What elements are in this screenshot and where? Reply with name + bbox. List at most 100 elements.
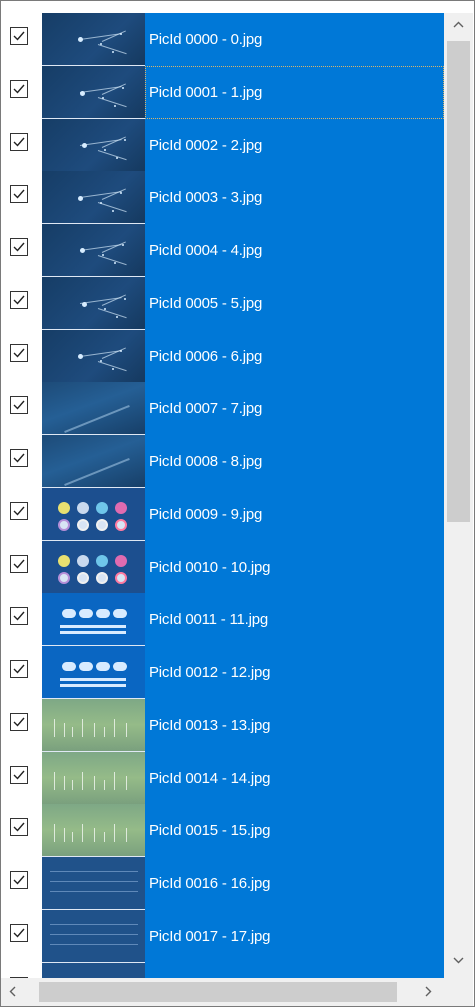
focus-rectangle [145,65,444,119]
item-checkbox[interactable] [10,185,28,204]
checkmark-icon [13,664,25,674]
item-checkbox[interactable] [10,343,28,362]
thumbnail-image [42,487,145,541]
item-checkbox[interactable] [10,660,28,678]
item-checkbox[interactable] [10,554,28,573]
list-item[interactable]: PicId 0003 - 3.jpg [1,171,444,225]
thumbnail-image [42,698,145,752]
item-label: PicId 0003 - 3.jpg [149,189,263,207]
thumbnail-image [42,118,145,172]
item-label: PicId 0006 - 6.jpg [149,347,263,365]
item-checkbox[interactable] [10,765,28,784]
item-label: PicId 0017 - 17.jpg [149,927,271,945]
list-item[interactable]: PicId 0012 - 12.jpg [1,646,444,699]
list-item[interactable]: PicId 0013 - 13.jpg [1,698,444,752]
item-checkbox[interactable] [10,79,28,98]
chevron-down-icon[interactable] [453,957,464,964]
item-label: PicId 0007 - 7.jpg [149,400,263,418]
image-list[interactable]: PicId 0000 - 0.jpg PicId 0001 - 1.jpg PicI… [1,13,444,978]
list-item[interactable]: PicId 0016 - 16.jpg [1,857,444,910]
item-label: PicId 0016 - 16.jpg [149,875,271,892]
item-checkbox[interactable] [10,607,28,626]
image-list-view[interactable]: PicId 0000 - 0.jpg PicId 0001 - 1.jpg PicI… [0,0,475,1007]
list-item[interactable]: PicId 0000 - 0.jpg [1,13,444,66]
item-checkbox[interactable] [10,871,28,889]
list-item[interactable]: PicId 0002 - 2.jpg [1,118,444,172]
list-item[interactable]: PicId 0004 - 4.jpg [1,224,444,277]
item-checkbox[interactable] [10,449,28,467]
list-top-padding [1,1,474,13]
thumbnail-image [42,435,145,488]
list-item[interactable]: PicId 0014 - 14.jpg [1,751,444,805]
vertical-scroll-thumb[interactable] [447,41,470,522]
item-checkbox[interactable] [10,290,28,309]
list-item[interactable]: PicId 0007 - 7.jpg [1,382,444,436]
thumbnail-image [42,65,145,119]
horizontal-scroll-thumb[interactable] [39,982,397,1002]
list-item[interactable]: PicId 0001 - 1.jpg [1,65,444,119]
item-checkbox[interactable] [10,501,28,520]
thumbnail-image [42,276,145,330]
item-label: PicId 0010 - 10.jpg [149,558,271,576]
checkmark-icon [13,242,25,252]
list-item[interactable]: PicId 0006 - 6.jpg [1,329,444,383]
thumbnail-image [42,909,145,963]
thumbnail-image [42,540,145,594]
checkmark-icon [13,84,25,94]
chevron-right-icon[interactable] [425,986,432,997]
checkmark-icon [13,31,25,41]
horizontal-scrollbar[interactable] [1,978,444,1006]
checkmark-icon [13,137,25,147]
list-item-partial[interactable] [1,962,444,978]
checkmark-icon [13,822,25,832]
item-checkbox[interactable] [10,132,28,151]
thumbnail-image [42,646,145,699]
checkmark-icon [13,875,25,885]
item-label: PicId 0013 - 13.jpg [149,716,271,734]
item-label: PicId 0012 - 12.jpg [149,664,271,681]
list-item[interactable]: PicId 0017 - 17.jpg [1,909,444,963]
item-label: PicId 0014 - 14.jpg [149,769,271,787]
item-label: PicId 0002 - 2.jpg [149,136,263,154]
item-checkbox[interactable] [10,818,28,837]
item-label: PicId 0009 - 9.jpg [149,505,263,523]
thumbnail-image [42,171,145,225]
item-label: PicId 0004 - 4.jpg [149,242,263,259]
chevron-up-icon[interactable] [453,21,464,28]
item-checkbox[interactable] [10,923,28,942]
list-item[interactable]: PicId 0011 - 11.jpg [1,593,444,647]
item-label: PicId 0008 - 8.jpg [149,453,263,470]
list-item[interactable]: PicId 0008 - 8.jpg [1,435,444,488]
list-item[interactable]: PicId 0009 - 9.jpg [1,487,444,541]
item-checkbox[interactable] [10,396,28,415]
thumbnail-image [42,593,145,647]
checkmark-icon [13,506,25,516]
item-checkbox[interactable] [10,712,28,731]
checkmark-icon [13,453,25,463]
thumbnail-image [42,804,145,858]
scrollbar-corner [444,978,473,1006]
thumbnail-image [42,382,145,436]
item-label: PicId 0000 - 0.jpg [149,31,263,48]
selection-highlight [145,962,444,978]
list-item[interactable]: PicId 0005 - 5.jpg [1,276,444,330]
item-checkbox[interactable] [10,238,28,256]
item-checkbox[interactable] [10,27,28,45]
checkmark-icon [13,189,25,199]
checkmark-icon [13,611,25,621]
checkmark-icon [13,295,25,305]
checkmark-icon [13,928,25,938]
thumbnail-image [42,857,145,910]
thumbnail-image [42,962,145,978]
checkmark-icon [13,770,25,780]
vertical-scrollbar[interactable] [444,13,473,978]
list-item[interactable]: PicId 0010 - 10.jpg [1,540,444,594]
item-label: PicId 0005 - 5.jpg [149,294,263,312]
checkmark-icon [13,559,25,569]
checkmark-icon [13,717,25,727]
chevron-left-icon[interactable] [9,986,16,997]
item-label: PicId 0015 - 15.jpg [149,822,271,840]
list-item[interactable]: PicId 0015 - 15.jpg [1,804,444,858]
item-label: PicId 0011 - 11.jpg [149,611,269,629]
thumbnail-image [42,329,145,383]
